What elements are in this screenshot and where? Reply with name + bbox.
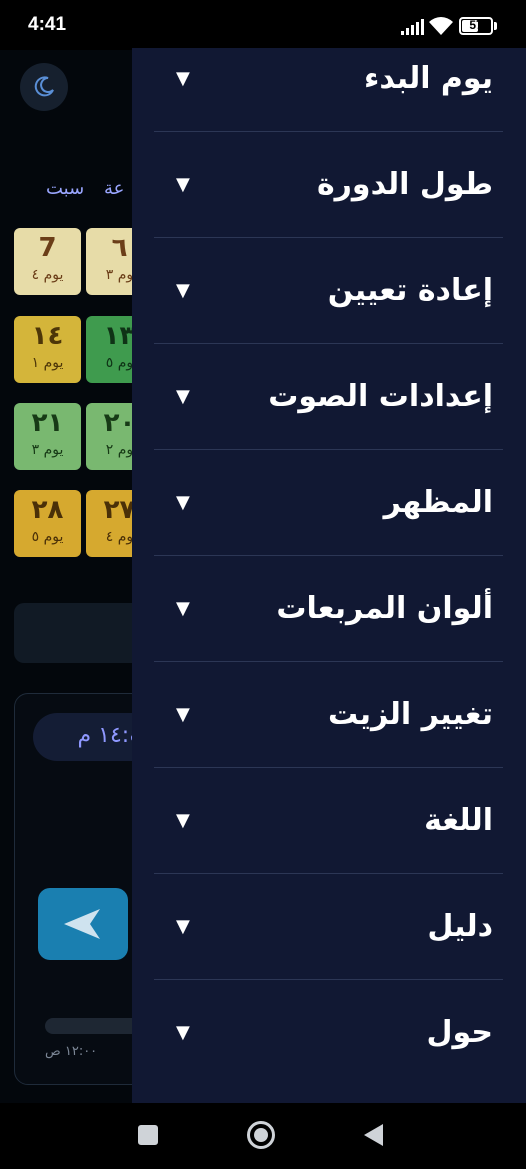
menu-item-label: دليل [427,909,493,944]
calendar-day-number: ٢٨ [31,495,64,525]
send-icon [64,909,100,939]
menu-item-label: ألوان المربعات [276,591,493,626]
chevron-down-icon: ▼ [176,916,190,937]
signal-icon [401,19,424,35]
menu-item-oil-change[interactable]: تغيير الزيت ▼ [154,662,503,768]
menu-item-language[interactable]: اللغة ▼ [154,768,503,874]
chevron-down-icon: ▼ [176,492,190,513]
menu-item-cycle-length[interactable]: طول الدورة ▼ [154,132,503,238]
calendar-day-cell[interactable]: ١٤ يوم ١ [14,316,81,383]
back-icon[interactable] [364,1124,383,1146]
calendar-day-label: يوم ٥ [31,529,64,545]
calendar-day-cell[interactable]: ٢١ يوم ٣ [14,403,81,470]
status-bar: 4:41 57 [0,0,526,50]
menu-item-label: يوم البدء [364,61,493,96]
chevron-down-icon: ▼ [176,174,190,195]
menu-item-appearance[interactable]: المظهر ▼ [154,450,503,556]
weekday-friday: عة [104,178,125,199]
menu-item-sound-settings[interactable]: إعدادات الصوت ▼ [154,344,503,450]
menu-item-start-day[interactable]: يوم البدء ▼ [154,48,503,132]
menu-item-label: المظهر [383,485,493,520]
menu-item-label: تغيير الزيت [327,697,493,732]
progress-start-time: ١٢:٠٠ ص [45,1044,98,1059]
chevron-down-icon: ▼ [176,386,190,407]
menu-item-label: إعادة تعيين [327,273,493,308]
weekday-saturday: سبت [46,178,85,199]
menu-item-tile-colors[interactable]: ألوان المربعات ▼ [154,556,503,662]
recent-apps-icon[interactable] [138,1125,158,1145]
menu-item-label: طول الدورة [316,167,493,202]
battery-tip [494,22,497,30]
battery-level: 57 [469,18,483,32]
calendar-day-label: يوم ٣ [31,442,64,458]
menu-item-guide[interactable]: دليل ▼ [154,874,503,980]
calendar-day-label: يوم ٤ [31,267,64,283]
settings-drawer: يوم البدء ▼ طول الدورة ▼ إعادة تعيين ▼ إ… [132,48,526,1103]
calendar-day-number: ١٤ [31,321,64,351]
chevron-down-icon: ▼ [176,1022,190,1043]
theme-toggle-button[interactable] [20,63,68,111]
menu-item-label: حول [426,1015,493,1050]
moon-icon [34,76,54,97]
chevron-down-icon: ▼ [176,280,190,301]
send-button[interactable] [38,888,128,960]
home-icon[interactable] [247,1121,275,1149]
calendar-day-number: 7 [38,233,57,263]
chevron-down-icon: ▼ [176,598,190,619]
menu-item-about[interactable]: حول ▼ [154,980,503,1086]
calendar-day-label: يوم ١ [31,355,64,371]
chevron-down-icon: ▼ [176,810,190,831]
wifi-icon [429,17,453,35]
battery-icon: 57 [459,17,493,35]
status-time: 4:41 [28,14,67,35]
calendar-day-number: ٢١ [31,408,64,438]
chevron-down-icon: ▼ [176,68,190,89]
calendar-day-cell[interactable]: ٢٨ يوم ٥ [14,490,81,557]
menu-item-label: اللغة [424,803,493,838]
menu-item-label: إعدادات الصوت [268,379,493,414]
chevron-down-icon: ▼ [176,704,190,725]
calendar-day-cell[interactable]: 7 يوم ٤ [14,228,81,295]
menu-item-reset[interactable]: إعادة تعيين ▼ [154,238,503,344]
